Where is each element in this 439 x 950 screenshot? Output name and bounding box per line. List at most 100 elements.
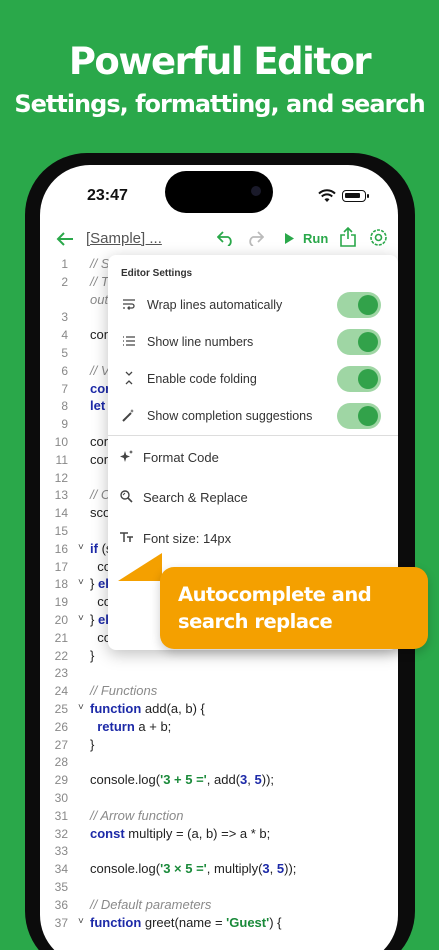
back-arrow-icon[interactable] xyxy=(56,232,74,246)
font-size-item[interactable]: Font size: 14px xyxy=(108,523,398,553)
wifi-icon xyxy=(318,189,336,202)
code-line: // Arrow function xyxy=(90,808,183,823)
code-token: )); xyxy=(261,772,275,788)
code-token: } xyxy=(90,647,95,663)
code-token: return xyxy=(97,718,135,734)
code-line: // Functions xyxy=(90,683,157,698)
code-token: , add( xyxy=(206,772,241,788)
callout-tail xyxy=(118,553,162,581)
wrap-lines-icon xyxy=(123,299,135,310)
code-token: // Default parameters xyxy=(90,896,212,912)
line-number: 34 xyxy=(54,862,68,877)
code-token: add(a, b) { xyxy=(141,701,205,716)
feature-callout: Autocomplete and search replace xyxy=(160,567,428,649)
code-token: console.log( xyxy=(90,861,161,877)
line-number: 33 xyxy=(54,844,68,859)
code-token: // S xyxy=(90,256,110,271)
line-number: 37 xyxy=(54,915,68,930)
code-line: // Default parameters xyxy=(90,897,211,912)
line-numbers-icon xyxy=(123,336,135,346)
line-number: 3 xyxy=(61,310,68,325)
run-button[interactable]: Run xyxy=(303,231,328,246)
settings-icon[interactable] xyxy=(369,228,388,247)
code-line: let xyxy=(90,398,105,413)
code-token: // V xyxy=(90,362,110,378)
code-line: out xyxy=(90,292,108,307)
code-line: // T xyxy=(90,274,109,289)
format-code-item[interactable]: Format Code xyxy=(108,442,398,472)
code-token: , multiply( xyxy=(206,861,263,877)
line-number: 24 xyxy=(54,684,68,699)
line-number: 32 xyxy=(54,826,68,841)
fold-chevron-icon[interactable]: ˅ xyxy=(78,702,84,713)
code-line: const multiply = (a, b) => a * b; xyxy=(90,826,270,841)
fold-chevron-icon[interactable]: ˅ xyxy=(78,577,84,588)
code-token: let xyxy=(90,398,106,414)
line-number: 35 xyxy=(54,880,68,894)
toggle-label: Wrap lines automatically xyxy=(147,298,283,312)
hero-title: Powerful Editor xyxy=(68,40,372,83)
code-token: // Functions xyxy=(90,683,158,699)
code-line: function add(a, b) { xyxy=(90,701,205,716)
battery-icon xyxy=(342,190,369,202)
line-number: 18 xyxy=(54,577,68,592)
line-number: 26 xyxy=(54,719,68,734)
font-size-icon xyxy=(120,532,133,542)
redo-icon[interactable] xyxy=(246,231,264,246)
line-number: 15 xyxy=(54,524,68,538)
sparkles-icon xyxy=(120,450,133,462)
line-numbers-toggle[interactable] xyxy=(337,329,381,355)
completion-toggle[interactable] xyxy=(337,403,381,429)
code-token: // Arrow function xyxy=(90,807,184,823)
line-number: 8 xyxy=(61,399,68,414)
toggle-row-completion[interactable]: Show completion suggestions xyxy=(108,399,398,433)
code-line: function greet(name = 'Guest') { xyxy=(90,915,282,930)
toggle-label: Enable code folding xyxy=(147,372,257,386)
menu-item-label: Font size: 14px xyxy=(143,531,232,546)
code-token: , xyxy=(247,772,255,788)
code-line: // S xyxy=(90,256,110,271)
code-token: multiply = (a, b) => a * b; xyxy=(124,825,271,841)
code-folding-icon xyxy=(125,371,133,385)
line-number: 30 xyxy=(54,791,68,805)
line-number: 22 xyxy=(54,648,68,663)
line-number: 12 xyxy=(54,470,68,485)
line-number: 28 xyxy=(54,755,68,770)
hero-subtitle: Settings, formatting, and search xyxy=(14,90,425,118)
undo-icon[interactable] xyxy=(217,231,235,246)
line-number: 11 xyxy=(55,452,68,467)
line-number: 2 xyxy=(61,274,68,289)
code-token: const xyxy=(90,825,125,841)
play-icon[interactable] xyxy=(284,233,294,244)
menu-item-label: Search & Replace xyxy=(143,490,248,505)
menu-heading: Editor Settings xyxy=(121,268,193,279)
code-token: greet(name = xyxy=(141,914,227,930)
toggle-row-wrap-lines[interactable]: Wrap lines automatically xyxy=(108,288,398,322)
fold-chevron-icon[interactable]: ˅ xyxy=(78,916,84,927)
toggle-row-line-numbers[interactable]: Show line numbers xyxy=(108,325,398,359)
line-number: 27 xyxy=(54,737,68,752)
code-line: console.log('3 + 5 =', add(3, 5)); xyxy=(90,772,274,787)
search-replace-item[interactable]: Search & Replace xyxy=(108,482,398,512)
document-title[interactable]: [Sample] ... xyxy=(86,230,162,247)
code-token: } xyxy=(90,612,98,627)
code-token: out xyxy=(90,291,109,307)
code-line: } xyxy=(90,737,94,752)
menu-item-label: Format Code xyxy=(143,450,219,465)
share-icon[interactable] xyxy=(340,227,356,247)
line-number: 9 xyxy=(61,417,68,432)
wrap-lines-toggle[interactable] xyxy=(337,292,381,318)
line-number: 7 xyxy=(61,381,68,396)
toggle-row-code-folding[interactable]: Enable code folding xyxy=(108,362,398,396)
dynamic-island xyxy=(165,171,273,213)
code-token: ) { xyxy=(269,914,282,930)
line-number: 10 xyxy=(54,435,68,449)
code-token: '3 + 5 =' xyxy=(160,772,207,788)
fold-chevron-icon[interactable]: ˅ xyxy=(78,613,84,624)
code-folding-toggle[interactable] xyxy=(337,366,381,392)
line-number: 31 xyxy=(54,808,68,823)
line-number: 5 xyxy=(61,346,68,360)
search-replace-icon xyxy=(120,490,133,503)
status-time: 23:47 xyxy=(87,187,128,204)
fold-chevron-icon[interactable]: ˅ xyxy=(78,542,84,553)
